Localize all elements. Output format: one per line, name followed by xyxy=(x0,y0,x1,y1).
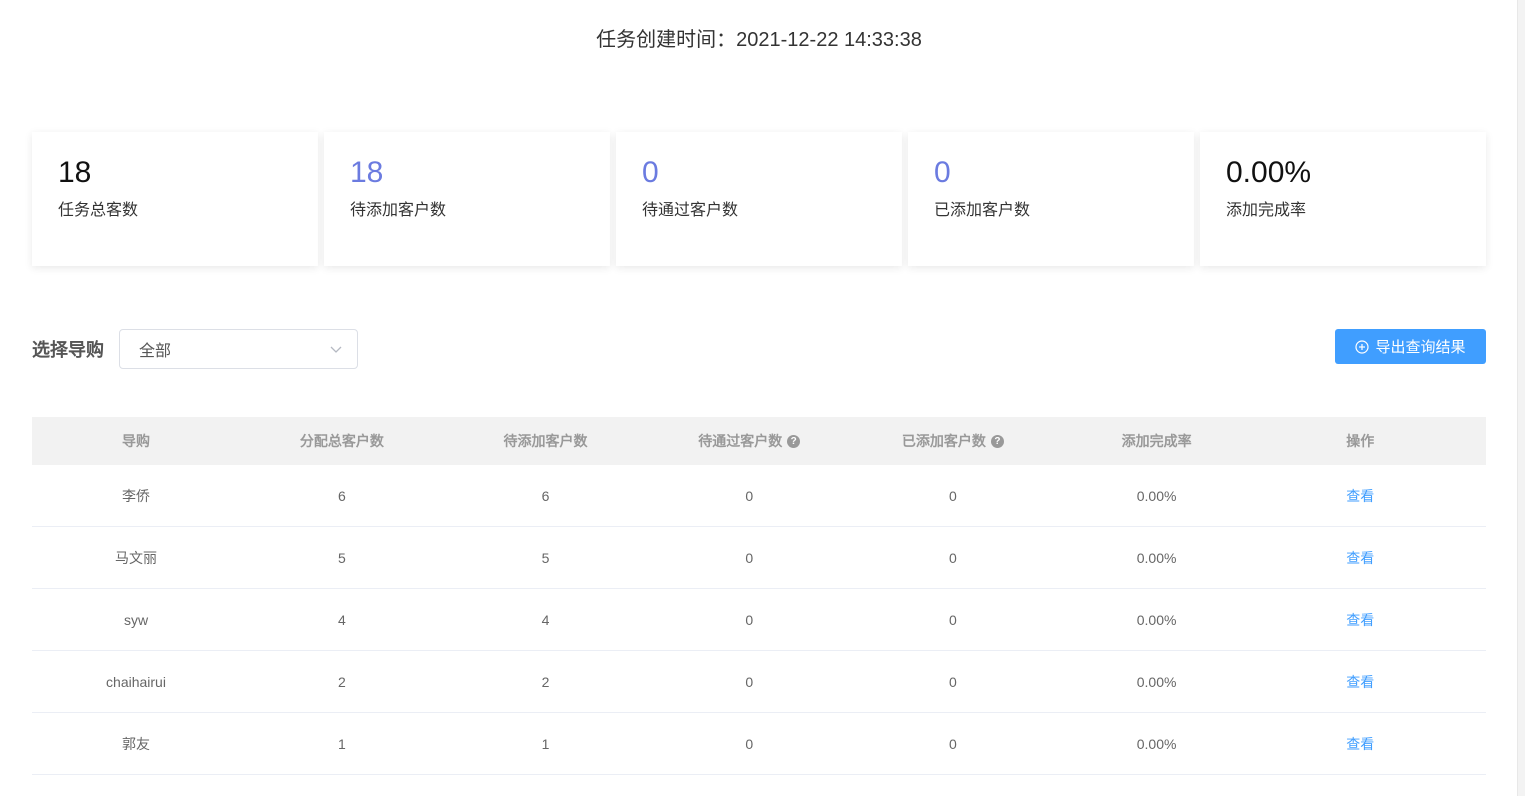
view-link[interactable]: 查看 xyxy=(1258,486,1462,506)
cell-assigned-total: 1 xyxy=(337,735,346,752)
cell-guide: syw xyxy=(123,611,149,628)
plus-circle-icon xyxy=(1355,339,1370,354)
stat-pending-add: 18 待添加客户数 xyxy=(324,132,610,266)
main-page: 任务创建时间：2021-12-22 14:33:38 18 任务总客数 18 待… xyxy=(0,0,1518,796)
cell-completion-rate: 0.00% xyxy=(1136,673,1177,690)
cell-pending-approval: 0 xyxy=(745,673,754,690)
cell-assigned-total: 2 xyxy=(337,673,346,690)
cell-added: 0 xyxy=(949,549,957,566)
stat-value: 18 xyxy=(350,156,384,189)
stats-row: 18 任务总客数 18 待添加客户数 0 待通过客户数 0 已添加客户数 0.0… xyxy=(32,132,1486,266)
cell-guide: chaihairui xyxy=(106,673,166,690)
stat-value: 18 xyxy=(58,156,92,189)
guide-stats-table: 导购 分配总客户数 待添加客户数 待通过客户数 ? 已添加客户数 ? 添加完成率… xyxy=(32,417,1486,775)
cell-assigned-total: 5 xyxy=(337,549,346,566)
guide-filter: 选择导购 全部 xyxy=(32,329,358,369)
table-header: 导购 分配总客户数 待添加客户数 待通过客户数 ? 已添加客户数 ? 添加完成率… xyxy=(32,417,1486,465)
header-added: 已添加客户数 ? xyxy=(851,431,1055,451)
cell-guide: 郭友 xyxy=(122,735,150,752)
stat-label: 待通过客户数 xyxy=(642,202,739,219)
export-button-label: 导出查询结果 xyxy=(1375,339,1466,356)
stat-total-customers: 18 任务总客数 xyxy=(32,132,318,266)
stat-completion-rate: 0.00% 添加完成率 xyxy=(1200,132,1486,266)
table-row: 李侨 6 6 0 0 0.00% 查看 xyxy=(32,465,1486,527)
export-results-button[interactable]: 导出查询结果 xyxy=(1335,329,1486,364)
cell-pending-add: 4 xyxy=(541,611,550,628)
table-row: 马文丽 5 5 0 0 0.00% 查看 xyxy=(32,527,1486,589)
chevron-down-icon xyxy=(330,346,342,353)
header-completion-rate: 添加完成率 xyxy=(1121,433,1192,449)
stat-label: 待添加客户数 xyxy=(350,202,447,219)
stat-label: 已添加客户数 xyxy=(934,202,1031,219)
view-link[interactable]: 查看 xyxy=(1258,734,1462,754)
stat-value: 0.00% xyxy=(1226,156,1312,189)
question-circle-icon[interactable]: ? xyxy=(990,434,1004,448)
cell-pending-add: 2 xyxy=(541,673,550,690)
cell-pending-approval: 0 xyxy=(745,735,754,752)
stat-label: 任务总客数 xyxy=(58,202,139,219)
header-actions: 操作 xyxy=(1346,433,1375,449)
cell-assigned-total: 6 xyxy=(337,487,346,504)
cell-pending-approval: 0 xyxy=(745,487,754,504)
task-created-time: 任务创建时间：2021-12-22 14:33:38 xyxy=(596,29,922,51)
view-link[interactable]: 查看 xyxy=(1258,610,1462,630)
header-guide: 导购 xyxy=(122,433,150,449)
guide-select[interactable]: 全部 xyxy=(119,329,358,369)
view-link[interactable]: 查看 xyxy=(1258,672,1462,692)
table-row: 郭友 1 1 0 0 0.00% 查看 xyxy=(32,713,1486,775)
cell-added: 0 xyxy=(949,487,957,504)
table-row: syw 4 4 0 0 0.00% 查看 xyxy=(32,589,1486,651)
header-assigned-total: 分配总客户数 xyxy=(299,433,384,449)
cell-completion-rate: 0.00% xyxy=(1136,549,1177,566)
cell-pending-add: 6 xyxy=(541,487,550,504)
scrollbar-track[interactable] xyxy=(1518,0,1525,796)
table-row: chaihairui 2 2 0 0 0.00% 查看 xyxy=(32,651,1486,713)
stat-label: 添加完成率 xyxy=(1226,202,1307,219)
cell-pending-approval: 0 xyxy=(745,611,754,628)
stat-added: 0 已添加客户数 xyxy=(908,132,1194,266)
question-circle-icon[interactable]: ? xyxy=(787,434,801,448)
view-link[interactable]: 查看 xyxy=(1258,548,1462,568)
cell-completion-rate: 0.00% xyxy=(1136,487,1177,504)
select-value: 全部 xyxy=(139,343,172,360)
filter-label: 选择导购 xyxy=(32,340,104,360)
cell-guide: 马文丽 xyxy=(115,549,157,566)
cell-assigned-total: 4 xyxy=(337,611,346,628)
header-pending-approval: 待通过客户数 ? xyxy=(647,431,851,451)
header-pending-add: 待添加客户数 xyxy=(503,433,588,449)
stat-value: 0 xyxy=(934,156,951,189)
cell-added: 0 xyxy=(949,611,957,628)
cell-added: 0 xyxy=(949,735,957,752)
stat-value: 0 xyxy=(642,156,659,189)
stat-pending-approval: 0 待通过客户数 xyxy=(616,132,902,266)
cell-pending-add: 5 xyxy=(541,549,550,566)
cell-pending-approval: 0 xyxy=(745,549,754,566)
cell-completion-rate: 0.00% xyxy=(1136,735,1177,752)
cell-pending-add: 1 xyxy=(541,735,550,752)
cell-added: 0 xyxy=(949,673,957,690)
cell-guide: 李侨 xyxy=(122,487,150,504)
cell-completion-rate: 0.00% xyxy=(1136,611,1177,628)
